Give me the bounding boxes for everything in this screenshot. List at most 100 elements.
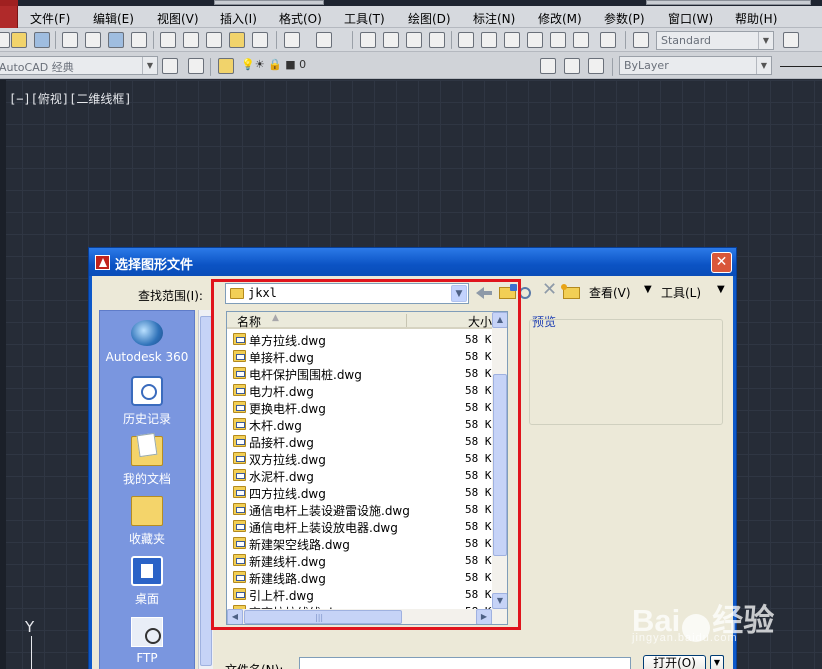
tool-palettes-icon[interactable] [504,32,520,48]
sheet-set-icon[interactable] [527,32,543,48]
close-button[interactable]: ✕ [711,252,732,273]
zoom-previous-icon[interactable] [429,32,445,48]
filename-label: 文件名(N): [225,661,283,669]
print-icon[interactable] [62,32,78,48]
menu-dimension[interactable]: 标注(N) [473,10,515,27]
standard-toolbar: Standard ▼ [0,28,822,52]
views-dropdown-icon[interactable]: ▼ [644,284,652,295]
markup-icon[interactable] [550,32,566,48]
place-my-documents[interactable]: 我的文档 [100,436,194,487]
preview-box [529,319,723,425]
toolbar-grip-icon[interactable] [188,58,204,74]
ucs-y-label: Y [25,618,35,636]
menu-help[interactable]: 帮助(H) [735,10,777,27]
color-value: ByLayer [624,59,669,72]
separator [153,31,154,49]
place-label: 历史记录 [122,412,171,426]
layer-states-icon[interactable] [588,58,604,74]
pan-icon[interactable] [360,32,376,48]
place-label: 桌面 [134,592,159,606]
viewport-label[interactable]: [−][俯视][二维线框] [9,90,132,107]
place-history[interactable]: 历史记录 [100,376,194,427]
tools-dropdown-icon[interactable]: ▼ [717,284,725,295]
place-label: FTP [136,651,158,665]
delete-icon[interactable]: ✕ [542,281,559,299]
desktop-icon [131,556,163,586]
block-editor-icon[interactable] [252,32,268,48]
tools-menu[interactable]: 工具(L) [661,284,701,301]
ucs-y-axis [31,636,32,669]
history-icon [131,376,163,406]
places-bar: Autodesk 360 历史记录 我的文档 收藏夹 桌面 FTP [99,310,195,669]
dialog-titlebar[interactable]: 选择图形文件 ✕ [89,248,736,276]
filename-input[interactable] [299,657,631,669]
calculator-icon[interactable] [573,32,589,48]
new-folder-icon[interactable] [561,284,580,299]
text-style-icon[interactable] [633,32,649,48]
make-object-layer-current-icon[interactable] [540,58,556,74]
dimension-style-icon[interactable] [783,32,799,48]
layers-toolbar: AutoCAD 经典 ▼ 💡☀ 🔒 ■ 0 ByLayer ▼ [0,52,822,79]
chevron-down-icon[interactable]: ▼ [758,32,773,49]
redo-icon[interactable] [316,32,332,48]
publish-icon[interactable] [131,32,147,48]
place-desktop[interactable]: 桌面 [100,556,194,607]
color-combo[interactable]: ByLayer ▼ [619,56,772,75]
layer-previous-icon[interactable] [564,58,580,74]
look-in-label: 查找范围(I): [138,289,203,303]
autodesk-360-icon [131,320,163,346]
menu-modify[interactable]: 修改(M) [538,10,582,27]
workspace-settings-icon[interactable] [162,58,178,74]
undo-icon[interactable] [284,32,300,48]
place-autodesk-360[interactable]: Autodesk 360 [100,320,194,364]
place-label: 我的文档 [122,472,171,486]
place-ftp[interactable]: FTP [100,617,194,665]
app-logo[interactable] [0,6,18,28]
zoom-window-icon[interactable] [406,32,422,48]
workspace-value: AutoCAD 经典 [0,61,74,74]
open-button[interactable]: 打开(O) [643,655,706,669]
layer-properties-icon[interactable] [218,58,234,74]
layer-control[interactable]: 💡☀ 🔒 ■ 0 [241,58,306,71]
place-favorites[interactable]: 收藏夹 [100,496,194,547]
copy-icon[interactable] [183,32,199,48]
watermark-url: jingyan.baidu.com [632,632,738,644]
separator [210,58,211,76]
open-dropdown-icon[interactable]: ▼ [710,655,724,669]
quick-access-bar [214,0,324,5]
new-icon[interactable] [0,32,10,48]
cut-icon[interactable] [160,32,176,48]
text-style-combo[interactable]: Standard ▼ [656,31,774,50]
menu-window[interactable]: 窗口(W) [668,10,713,27]
separator [625,31,626,49]
layer-value: 0 [299,58,307,71]
design-center-icon[interactable] [481,32,497,48]
menu-bar: 文件(F) 编辑(E) 视图(V) 插入(I) 格式(O) 工具(T) 绘图(D… [0,6,822,28]
ftp-icon [131,617,163,647]
help-icon[interactable] [600,32,616,48]
text-style-value: Standard [661,34,712,47]
search-box[interactable] [646,0,811,5]
paste-icon[interactable] [206,32,222,48]
menu-format[interactable]: 格式(O) [279,10,322,27]
menu-draw[interactable]: 绘图(D) [408,10,451,27]
open-icon[interactable] [11,32,27,48]
properties-icon[interactable] [458,32,474,48]
plot-icon[interactable] [108,32,124,48]
menu-file[interactable]: 文件(F) [30,10,70,27]
menu-tools[interactable]: 工具(T) [344,10,385,27]
print-preview-icon[interactable] [85,32,101,48]
lineweight-preview [780,66,822,67]
save-icon[interactable] [34,32,50,48]
menu-edit[interactable]: 编辑(E) [93,10,134,27]
workspace-combo[interactable]: AutoCAD 经典 ▼ [0,56,158,75]
menu-insert[interactable]: 插入(I) [220,10,257,27]
chevron-down-icon[interactable]: ▼ [756,57,771,74]
my-documents-icon [131,436,163,466]
match-properties-icon[interactable] [229,32,245,48]
chevron-down-icon[interactable]: ▼ [142,57,157,74]
zoom-realtime-icon[interactable] [383,32,399,48]
views-menu[interactable]: 查看(V) [589,284,631,301]
menu-view[interactable]: 视图(V) [157,10,199,27]
menu-parameters[interactable]: 参数(P) [604,10,645,27]
